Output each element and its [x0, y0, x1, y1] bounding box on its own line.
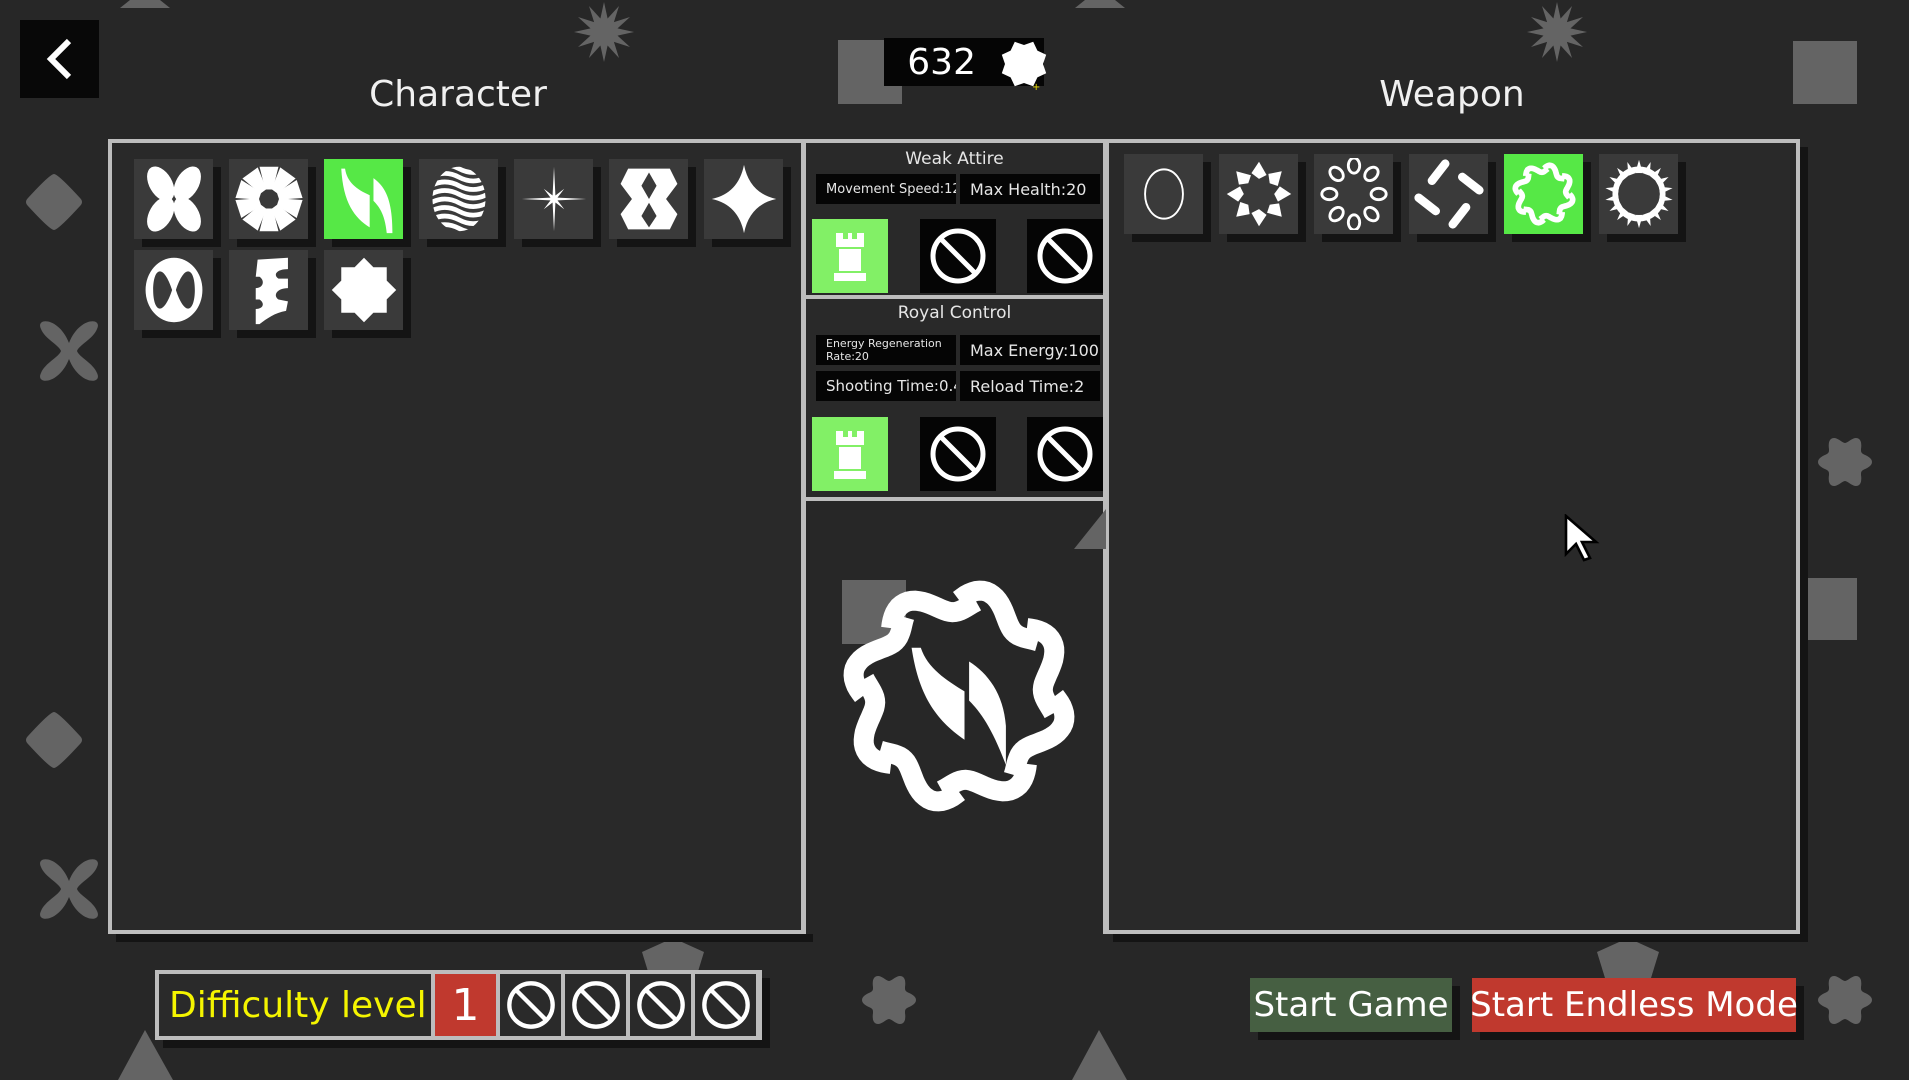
prohibited-icon	[1037, 228, 1093, 284]
svg-text:+: +	[1032, 82, 1040, 92]
bg-star-icon	[1527, 2, 1587, 62]
stat-energy-regen: Energy Regeneration Rate:20	[816, 335, 956, 365]
stat-shooting-time: Shooting Time:0.4	[816, 371, 956, 401]
currency-value: 632	[907, 41, 976, 83]
prohibited-icon	[506, 981, 555, 1029]
difficulty-label: Difficulty level	[159, 974, 431, 1036]
weapon-upgrade-slot-2[interactable]	[920, 417, 996, 491]
weapon-tile[interactable]	[1314, 154, 1393, 234]
char-upgrade-slot-1[interactable]	[812, 219, 888, 293]
prohibited-icon	[701, 981, 750, 1029]
prohibited-icon	[930, 426, 986, 482]
difficulty-level-locked[interactable]	[695, 974, 756, 1036]
bg-flower-icon	[1818, 438, 1872, 486]
bg-star-icon	[574, 2, 634, 62]
weapon-tile[interactable]	[1599, 154, 1678, 234]
rook-icon	[834, 431, 866, 479]
arrowhead-ring-icon	[1226, 161, 1291, 227]
wavy-sphere-icon	[431, 166, 486, 232]
character-tile[interactable]	[704, 159, 783, 239]
octagram-gem-icon: +	[1001, 41, 1047, 92]
bg-triangle-icon	[1072, 1030, 1127, 1080]
start-endless-mode-button[interactable]: Start Endless Mode	[1470, 978, 1798, 1032]
difficulty-level-locked[interactable]	[500, 974, 561, 1036]
character-tile[interactable]	[419, 159, 498, 239]
preview-section	[802, 497, 1107, 934]
character-tile[interactable]	[324, 250, 403, 330]
character-info-section: Weak Attire Movement Speed:12 Max Health…	[802, 139, 1107, 299]
difficulty-locked-levels	[500, 974, 756, 1036]
weapon-tile[interactable]	[1219, 154, 1298, 234]
bg-pentagon-icon	[1597, 938, 1659, 978]
character-tile[interactable]	[134, 159, 213, 239]
pinwheel-burst-icon	[234, 166, 303, 232]
four-point-star-icon	[711, 164, 776, 234]
mouse-cursor-icon	[1564, 514, 1600, 562]
thin-ring-icon	[1143, 168, 1184, 220]
difficulty-level-current[interactable]: 1	[435, 974, 496, 1036]
character-tile[interactable]	[514, 159, 593, 239]
stat-movement-speed: Movement Speed:12	[816, 174, 956, 204]
weapon-name: Royal Control	[897, 303, 1012, 323]
start-game-button[interactable]: Start Game	[1250, 978, 1452, 1032]
bg-clover-icon	[40, 321, 98, 381]
bg-triangle-icon	[1075, 0, 1125, 8]
stat-max-energy: Max Energy:100	[960, 335, 1100, 365]
prohibited-icon	[930, 228, 986, 284]
weapon-tile[interactable]	[1409, 154, 1488, 234]
character-tile[interactable]	[229, 250, 308, 330]
stat-reload-time: Reload Time:2	[960, 371, 1100, 401]
prohibited-icon	[636, 981, 685, 1029]
character-tile[interactable]	[229, 159, 308, 239]
bg-clover-icon	[40, 859, 98, 919]
character-title: Character	[369, 74, 547, 115]
char-upgrade-slot-2[interactable]	[920, 219, 996, 293]
character-tile[interactable]	[609, 159, 688, 239]
chevron-left-icon	[46, 38, 71, 80]
back-button[interactable]	[20, 20, 99, 98]
weapon-title: Weapon	[1379, 74, 1525, 115]
preview-icon	[843, 580, 1075, 812]
spiked-ring-icon	[1604, 159, 1673, 229]
bead-ring-icon	[1319, 158, 1388, 230]
four-petal-icon	[146, 166, 201, 232]
rook-icon	[834, 233, 866, 281]
weapon-upgrade-slot-1[interactable]	[812, 417, 888, 491]
ring-hourglass-icon	[145, 257, 202, 323]
bg-triangle-icon	[1074, 509, 1106, 549]
difficulty-level-locked[interactable]	[630, 974, 691, 1036]
weapon-tile[interactable]	[1124, 154, 1203, 234]
char-upgrade-slot-3[interactable]	[1027, 219, 1103, 293]
pinwheel-bars-icon	[1413, 159, 1484, 229]
bg-square	[1793, 41, 1857, 104]
bg-diamond-icon	[26, 174, 82, 230]
character-name: Weak Attire	[905, 149, 1004, 169]
character-tile[interactable]	[134, 250, 213, 330]
weapon-upgrade-slot-3[interactable]	[1027, 417, 1103, 491]
prohibited-icon	[571, 981, 620, 1029]
split-leaf-icon	[340, 168, 392, 234]
character-tile[interactable]	[324, 159, 403, 239]
difficulty-level-locked[interactable]	[565, 974, 626, 1036]
bg-triangle-icon	[120, 0, 170, 8]
difficulty-selector: Difficulty level 1	[155, 970, 762, 1040]
bg-diamond-icon	[26, 712, 82, 768]
weapon-info-section: Royal Control Energy Regeneration Rate:2…	[802, 295, 1107, 501]
eight-point-badge-icon	[331, 257, 396, 323]
bg-square	[1800, 578, 1857, 640]
wavy-ring-icon	[1511, 162, 1576, 226]
prohibited-icon	[1037, 426, 1093, 482]
bg-flower-icon	[1818, 976, 1872, 1024]
stat-max-health: Max Health:20	[960, 174, 1100, 204]
double-diamond-hex-icon	[620, 168, 677, 230]
weapon-tile[interactable]	[1504, 154, 1583, 234]
notched-blade-icon	[255, 257, 288, 325]
eight-point-sparkle-icon	[521, 166, 586, 232]
bg-flower-icon	[862, 976, 916, 1024]
weapon-panel	[1105, 139, 1800, 934]
